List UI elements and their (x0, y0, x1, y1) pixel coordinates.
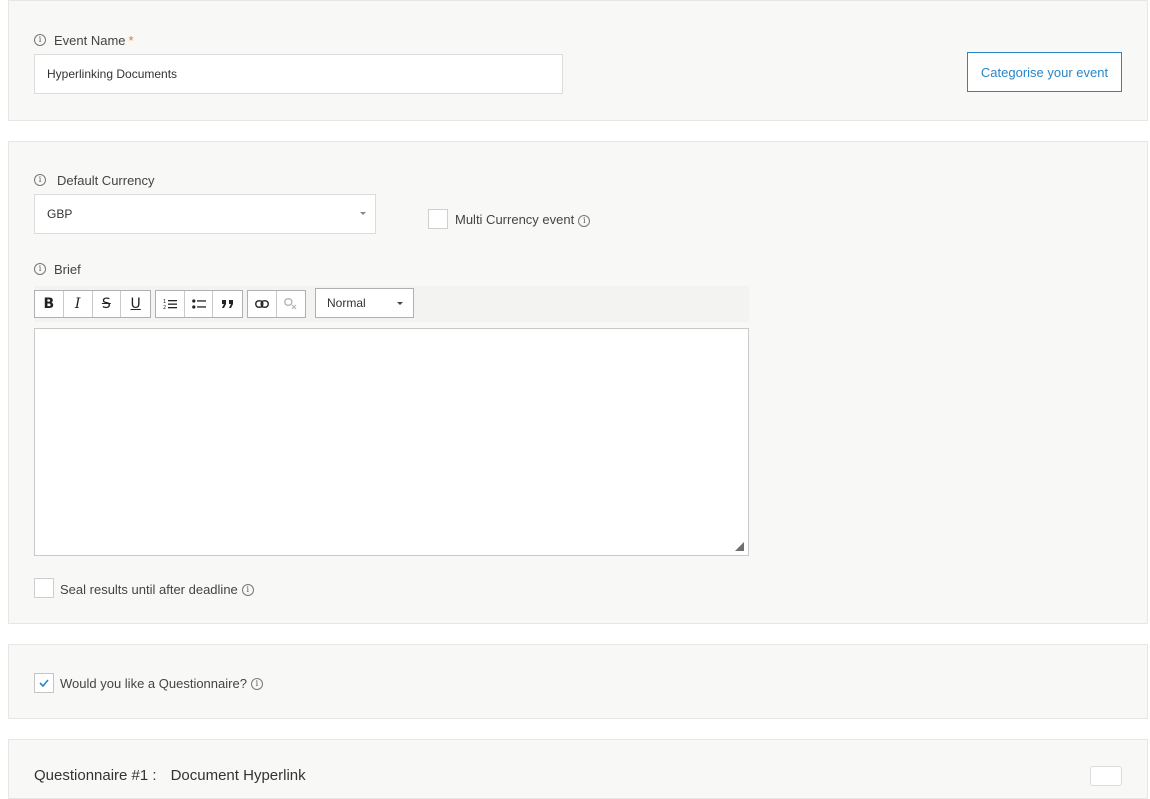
strikethrough-icon: S (101, 296, 111, 312)
ordered-list-button[interactable]: 1 2 (156, 291, 185, 317)
multi-currency-label: Multi Currency event i (455, 211, 591, 227)
info-icon[interactable]: i (250, 678, 263, 690)
svg-text:2: 2 (163, 305, 166, 310)
questionnaire-header-title: Questionnaire #1 : (34, 766, 157, 784)
currency-select[interactable]: GBP (34, 194, 376, 234)
seal-results-label: Seal results until after deadline i (60, 581, 254, 597)
brief-label: i Brief (34, 261, 81, 277)
unlink-icon (283, 298, 297, 310)
seal-results-label-text: Seal results until after deadline (60, 581, 238, 597)
questionnaire-checkbox[interactable] (34, 673, 54, 693)
questionnaire-prompt-label: Would you like a Questionnaire? i (60, 675, 263, 691)
checkmark-icon (39, 679, 49, 687)
bullet-list-button[interactable] (185, 291, 214, 317)
brief-editor-content (35, 329, 748, 349)
questionnaire-header-name: Document Hyperlink (170, 766, 306, 784)
bullet-list-icon (191, 299, 206, 309)
strikethrough-button[interactable]: S (93, 291, 122, 317)
default-currency-label: i Default Currency (34, 172, 155, 188)
currency-selected-value: GBP (47, 207, 73, 221)
format-select[interactable]: Normal (315, 288, 414, 318)
questionnaire-prompt-text: Would you like a Questionnaire? (60, 675, 247, 691)
brief-label-text: Brief (54, 261, 81, 277)
event-name-input[interactable]: Hyperlinking Documents (34, 54, 563, 94)
categorise-event-button-label: Categorise your event (980, 64, 1109, 80)
info-icon[interactable]: i (241, 584, 254, 596)
chevron-down-icon (397, 302, 403, 305)
categorise-event-button[interactable]: Categorise your event (967, 52, 1122, 92)
underline-button[interactable]: U (121, 291, 150, 317)
resize-handle-icon[interactable] (735, 542, 744, 551)
link-button[interactable] (248, 291, 277, 317)
event-name-value: Hyperlinking Documents (47, 67, 178, 81)
multi-currency-label-text: Multi Currency event (455, 211, 575, 227)
blockquote-button[interactable] (213, 291, 242, 317)
bold-icon: B (43, 296, 55, 312)
multi-currency-checkbox[interactable] (428, 209, 448, 229)
event-name-label-text: Event Name (54, 32, 126, 48)
list-group: 1 2 (155, 290, 243, 318)
italic-button[interactable]: I (64, 291, 93, 317)
underline-icon: U (130, 296, 141, 312)
info-icon[interactable]: i (34, 34, 46, 46)
chevron-down-icon (360, 212, 366, 215)
blockquote-icon (221, 300, 233, 308)
required-marker: * (128, 32, 134, 48)
ordered-list-icon: 1 2 (163, 299, 177, 310)
unlink-button[interactable] (277, 291, 305, 317)
event-name-label: i Event Name * (34, 32, 134, 48)
format-selected-value: Normal (327, 296, 366, 310)
italic-icon: I (74, 296, 81, 312)
info-icon[interactable]: i (34, 263, 46, 275)
link-icon (254, 300, 269, 308)
bold-button[interactable]: B (35, 291, 64, 317)
questionnaire-collapse-button[interactable] (1090, 766, 1122, 786)
text-style-group: B I S U (34, 290, 151, 318)
editor-toolbar: B I S U 1 2 Normal (34, 286, 749, 322)
seal-results-checkbox[interactable] (34, 578, 54, 598)
info-icon[interactable]: i (578, 214, 591, 227)
default-currency-label-text: Default Currency (57, 172, 155, 188)
brief-editor[interactable] (34, 328, 749, 556)
link-group (247, 290, 306, 318)
questionnaire-header: Questionnaire #1 : Document Hyperlink (34, 765, 306, 785)
info-icon[interactable]: i (34, 174, 46, 186)
